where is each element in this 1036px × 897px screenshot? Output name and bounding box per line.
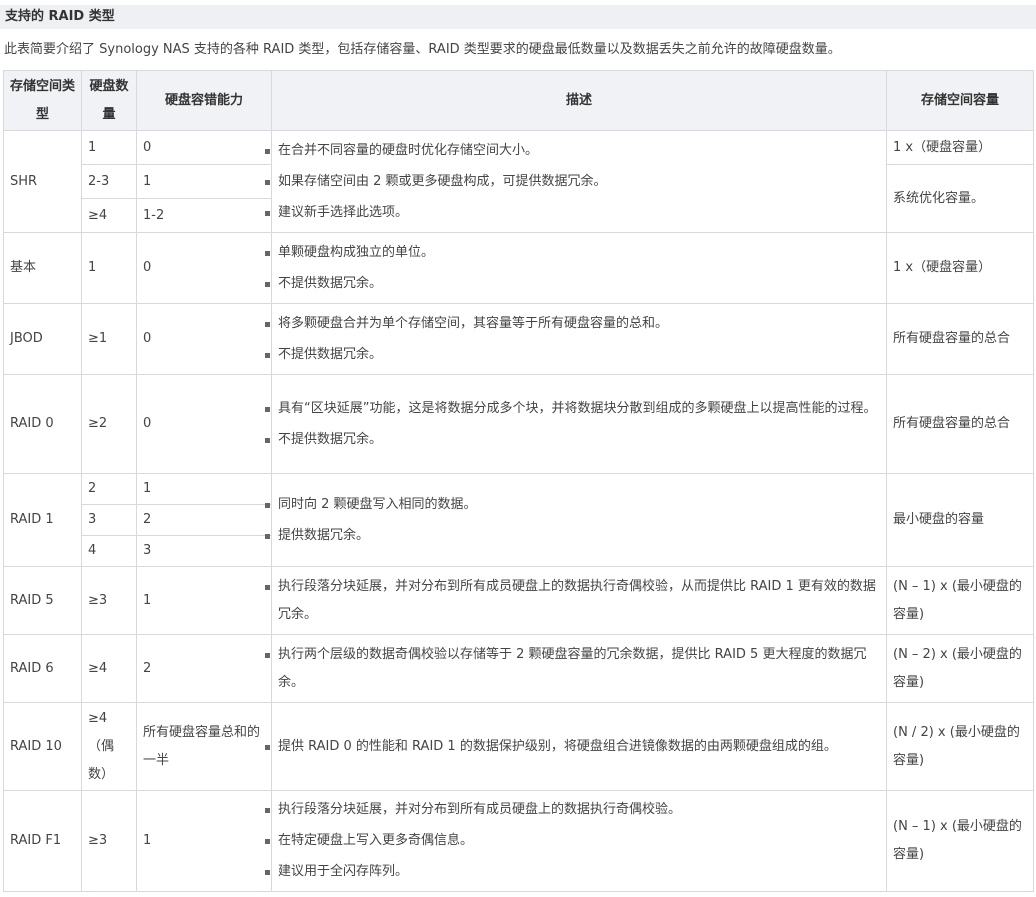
list-item: 不提供数据冗余。	[265, 341, 880, 369]
disk-count: 4	[81, 535, 137, 567]
table-row: RAID 6 ≥4 2 执行两个层级的数据奇偶校验以存储等于 2 颗硬盘容量的冗…	[3, 634, 1034, 703]
raid-type-raid0: RAID 0	[3, 374, 82, 474]
disk-count: 1	[81, 130, 137, 165]
capacity-cell: 所有硬盘容量的总合	[886, 374, 1034, 474]
capacity-cell: (N – 2) x (最小硬盘的容量)	[886, 634, 1034, 703]
description-cell: 单颗硬盘构成独立的单位。 不提供数据冗余。	[265, 232, 887, 304]
description-cell: 提供 RAID 0 的性能和 RAID 1 的数据保护级别，将硬盘组合进镜像数据…	[265, 702, 887, 791]
raid-type-raid10: RAID 10	[3, 702, 82, 791]
list-item: 执行两个层级的数据奇偶校验以存储等于 2 颗硬盘容量的冗余数据，提供比 RAID…	[265, 641, 880, 697]
table-row: JBOD ≥1 0 将多颗硬盘合并为单个存储空间，其容量等于所有硬盘容量的总和。…	[3, 303, 1034, 375]
disk-count: ≥4 （偶数）	[81, 702, 137, 791]
header-description: 描述	[271, 70, 887, 131]
capacity-cell: 最小硬盘的容量	[886, 473, 1034, 567]
list-item: 建议用于全闪存阵列。	[265, 858, 880, 886]
list-item: 具有“区块延展”功能，这是将数据分成多个块，并将数据块分散到组成的多颗硬盘上以提…	[265, 395, 880, 423]
list-item: 如果存储空间由 2 颗或更多硬盘构成，可提供数据冗余。	[265, 168, 880, 196]
description-cell: 在合并不同容量的硬盘时优化存储空间大小。 如果存储空间由 2 颗或更多硬盘构成，…	[265, 130, 887, 233]
list-item: 单颗硬盘构成独立的单位。	[265, 239, 880, 267]
fault-tolerance: 1	[136, 473, 272, 505]
header-disks: 硬盘数量	[81, 70, 137, 131]
capacity-cell: 1 x（硬盘容量）	[886, 130, 1034, 165]
fault-tolerance: 2	[136, 504, 272, 536]
list-item: 在合并不同容量的硬盘时优化存储空间大小。	[265, 137, 880, 165]
fault-tolerance: 3	[136, 535, 272, 567]
raid-type-raid6: RAID 6	[3, 634, 82, 703]
table-row: RAID F1 ≥3 1 执行段落分块延展，并对分布到所有成员硬盘上的数据执行奇…	[3, 790, 1034, 892]
disk-count: 1	[81, 232, 137, 304]
list-item: 将多颗硬盘合并为单个存储空间，其容量等于所有硬盘容量的总和。	[265, 310, 880, 338]
header-capacity: 存储空间容量	[886, 70, 1034, 131]
fault-tolerance: 0	[136, 374, 272, 474]
disk-count: ≥4	[81, 634, 137, 703]
disk-count: 3	[81, 504, 137, 536]
list-item: 不提供数据冗余。	[265, 426, 880, 454]
header-row: 存储空间类型 硬盘数量 硬盘容错能力 描述 存储空间容量	[3, 70, 1034, 131]
fault-tolerance: 1-2	[136, 198, 272, 233]
fault-tolerance: 0	[136, 303, 272, 375]
fault-tolerance: 所有硬盘容量总和的一半	[136, 702, 272, 791]
description-cell: 同时向 2 颗硬盘写入相同的数据。 提供数据冗余。	[265, 473, 887, 567]
table-row: RAID 10 ≥4 （偶数） 所有硬盘容量总和的一半 提供 RAID 0 的性…	[3, 702, 1034, 791]
list-item: 执行段落分块延展，并对分布到所有成员硬盘上的数据执行奇偶校验，从而提供比 RAI…	[265, 573, 880, 629]
list-item: 提供 RAID 0 的性能和 RAID 1 的数据保护级别，将硬盘组合进镜像数据…	[265, 733, 880, 761]
list-item: 在特定硬盘上写入更多奇偶信息。	[265, 827, 880, 855]
raid-type-shr: SHR	[3, 130, 82, 233]
raid-table: 存储空间类型 硬盘数量 硬盘容错能力 描述 存储空间容量 SHR 1 0 在合并…	[3, 70, 1034, 892]
fault-tolerance: 0	[136, 130, 272, 165]
disk-count: ≥3	[81, 790, 137, 892]
description-cell: 执行段落分块延展，并对分布到所有成员硬盘上的数据执行奇偶校验。 在特定硬盘上写入…	[265, 790, 887, 892]
list-item: 提供数据冗余。	[265, 522, 880, 550]
description-cell: 具有“区块延展”功能，这是将数据分成多个块，并将数据块分散到组成的多颗硬盘上以提…	[265, 374, 887, 474]
disk-count: 2	[81, 473, 137, 505]
fault-tolerance: 0	[136, 232, 272, 304]
table-row: RAID 1 2 1 同时向 2 颗硬盘写入相同的数据。 提供数据冗余。 最小硬…	[3, 473, 1034, 567]
disk-count: ≥4	[81, 198, 137, 233]
header-type: 存储空间类型	[3, 70, 82, 131]
description-cell: 将多颗硬盘合并为单个存储空间，其容量等于所有硬盘容量的总和。 不提供数据冗余。	[265, 303, 887, 375]
fault-tolerance: 2	[136, 634, 272, 703]
fault-tolerance: 1	[136, 566, 272, 635]
raid-type-jbod: JBOD	[3, 303, 82, 375]
table-row: RAID 5 ≥3 1 执行段落分块延展，并对分布到所有成员硬盘上的数据执行奇偶…	[3, 566, 1034, 635]
disk-count: ≥2	[81, 374, 137, 474]
description-cell: 执行两个层级的数据奇偶校验以存储等于 2 颗硬盘容量的冗余数据，提供比 RAID…	[265, 634, 887, 703]
table-row: SHR 1 0 在合并不同容量的硬盘时优化存储空间大小。 如果存储空间由 2 颗…	[3, 130, 1034, 233]
capacity-cell: (N – 1) x (最小硬盘的容量)	[886, 790, 1034, 892]
disk-count: 2-3	[81, 164, 137, 199]
capacity-cell: 所有硬盘容量的总合	[886, 303, 1034, 375]
disk-count: ≥1	[81, 303, 137, 375]
list-item: 执行段落分块延展，并对分布到所有成员硬盘上的数据执行奇偶校验。	[265, 796, 880, 824]
intro-text: 此表简要介绍了 Synology NAS 支持的各种 RAID 类型，包括存储容…	[4, 42, 841, 57]
list-item: 建议新手选择此选项。	[265, 199, 880, 227]
raid-type-raid5: RAID 5	[3, 566, 82, 635]
section-title: 支持的 RAID 类型	[0, 5, 1036, 29]
raid-type-basic: 基本	[3, 232, 82, 304]
raid-type-raid1: RAID 1	[3, 473, 82, 567]
table-row: RAID 0 ≥2 0 具有“区块延展”功能，这是将数据分成多个块，并将数据块分…	[3, 374, 1034, 474]
capacity-cell: (N – 1) x (最小硬盘的容量)	[886, 566, 1034, 635]
capacity-cell: 系统优化容量。	[886, 164, 1034, 233]
disk-count: ≥3	[81, 566, 137, 635]
table-row: 基本 1 0 单颗硬盘构成独立的单位。 不提供数据冗余。 1 x（硬盘容量）	[3, 232, 1034, 304]
raid-type-raidf1: RAID F1	[3, 790, 82, 892]
capacity-cell: 1 x（硬盘容量）	[886, 232, 1034, 304]
list-item: 同时向 2 颗硬盘写入相同的数据。	[265, 491, 880, 519]
description-cell: 执行段落分块延展，并对分布到所有成员硬盘上的数据执行奇偶校验，从而提供比 RAI…	[265, 566, 887, 635]
fault-tolerance: 1	[136, 790, 272, 892]
list-item: 不提供数据冗余。	[265, 270, 880, 298]
fault-tolerance: 1	[136, 164, 272, 199]
capacity-cell: (N / 2) x (最小硬盘的容量)	[886, 702, 1034, 791]
header-tolerance: 硬盘容错能力	[136, 70, 272, 131]
